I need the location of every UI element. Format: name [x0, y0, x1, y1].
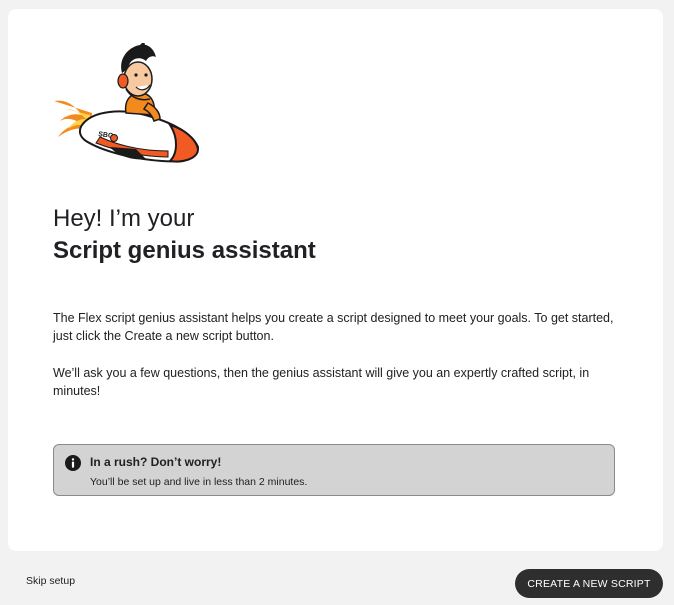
info-notice: In a rush? Don’t worry! You’ll be set up… [53, 444, 615, 496]
greeting-headline: Hey! I’m your [53, 205, 195, 232]
notice-title: In a rush? Don’t worry! [90, 455, 222, 469]
info-icon [65, 455, 81, 471]
intro-paragraph: The Flex script genius assistant helps y… [53, 311, 614, 343]
skip-setup-link[interactable]: Skip setup [26, 575, 75, 587]
details-paragraph: We’ll ask you a few questions, then the … [53, 366, 590, 398]
setup-card: SBG Hey! I’m your Script genius assistan… [8, 9, 663, 551]
notice-text: You’ll be set up and live in less than 2… [90, 476, 308, 488]
footer-bar: Skip setup CREATE A NEW SCRIPT [0, 560, 674, 605]
create-new-script-button[interactable]: CREATE A NEW SCRIPT [515, 569, 663, 598]
rocket-mascot-illustration: SBG [54, 43, 200, 163]
page-title: Script genius assistant [53, 237, 316, 264]
